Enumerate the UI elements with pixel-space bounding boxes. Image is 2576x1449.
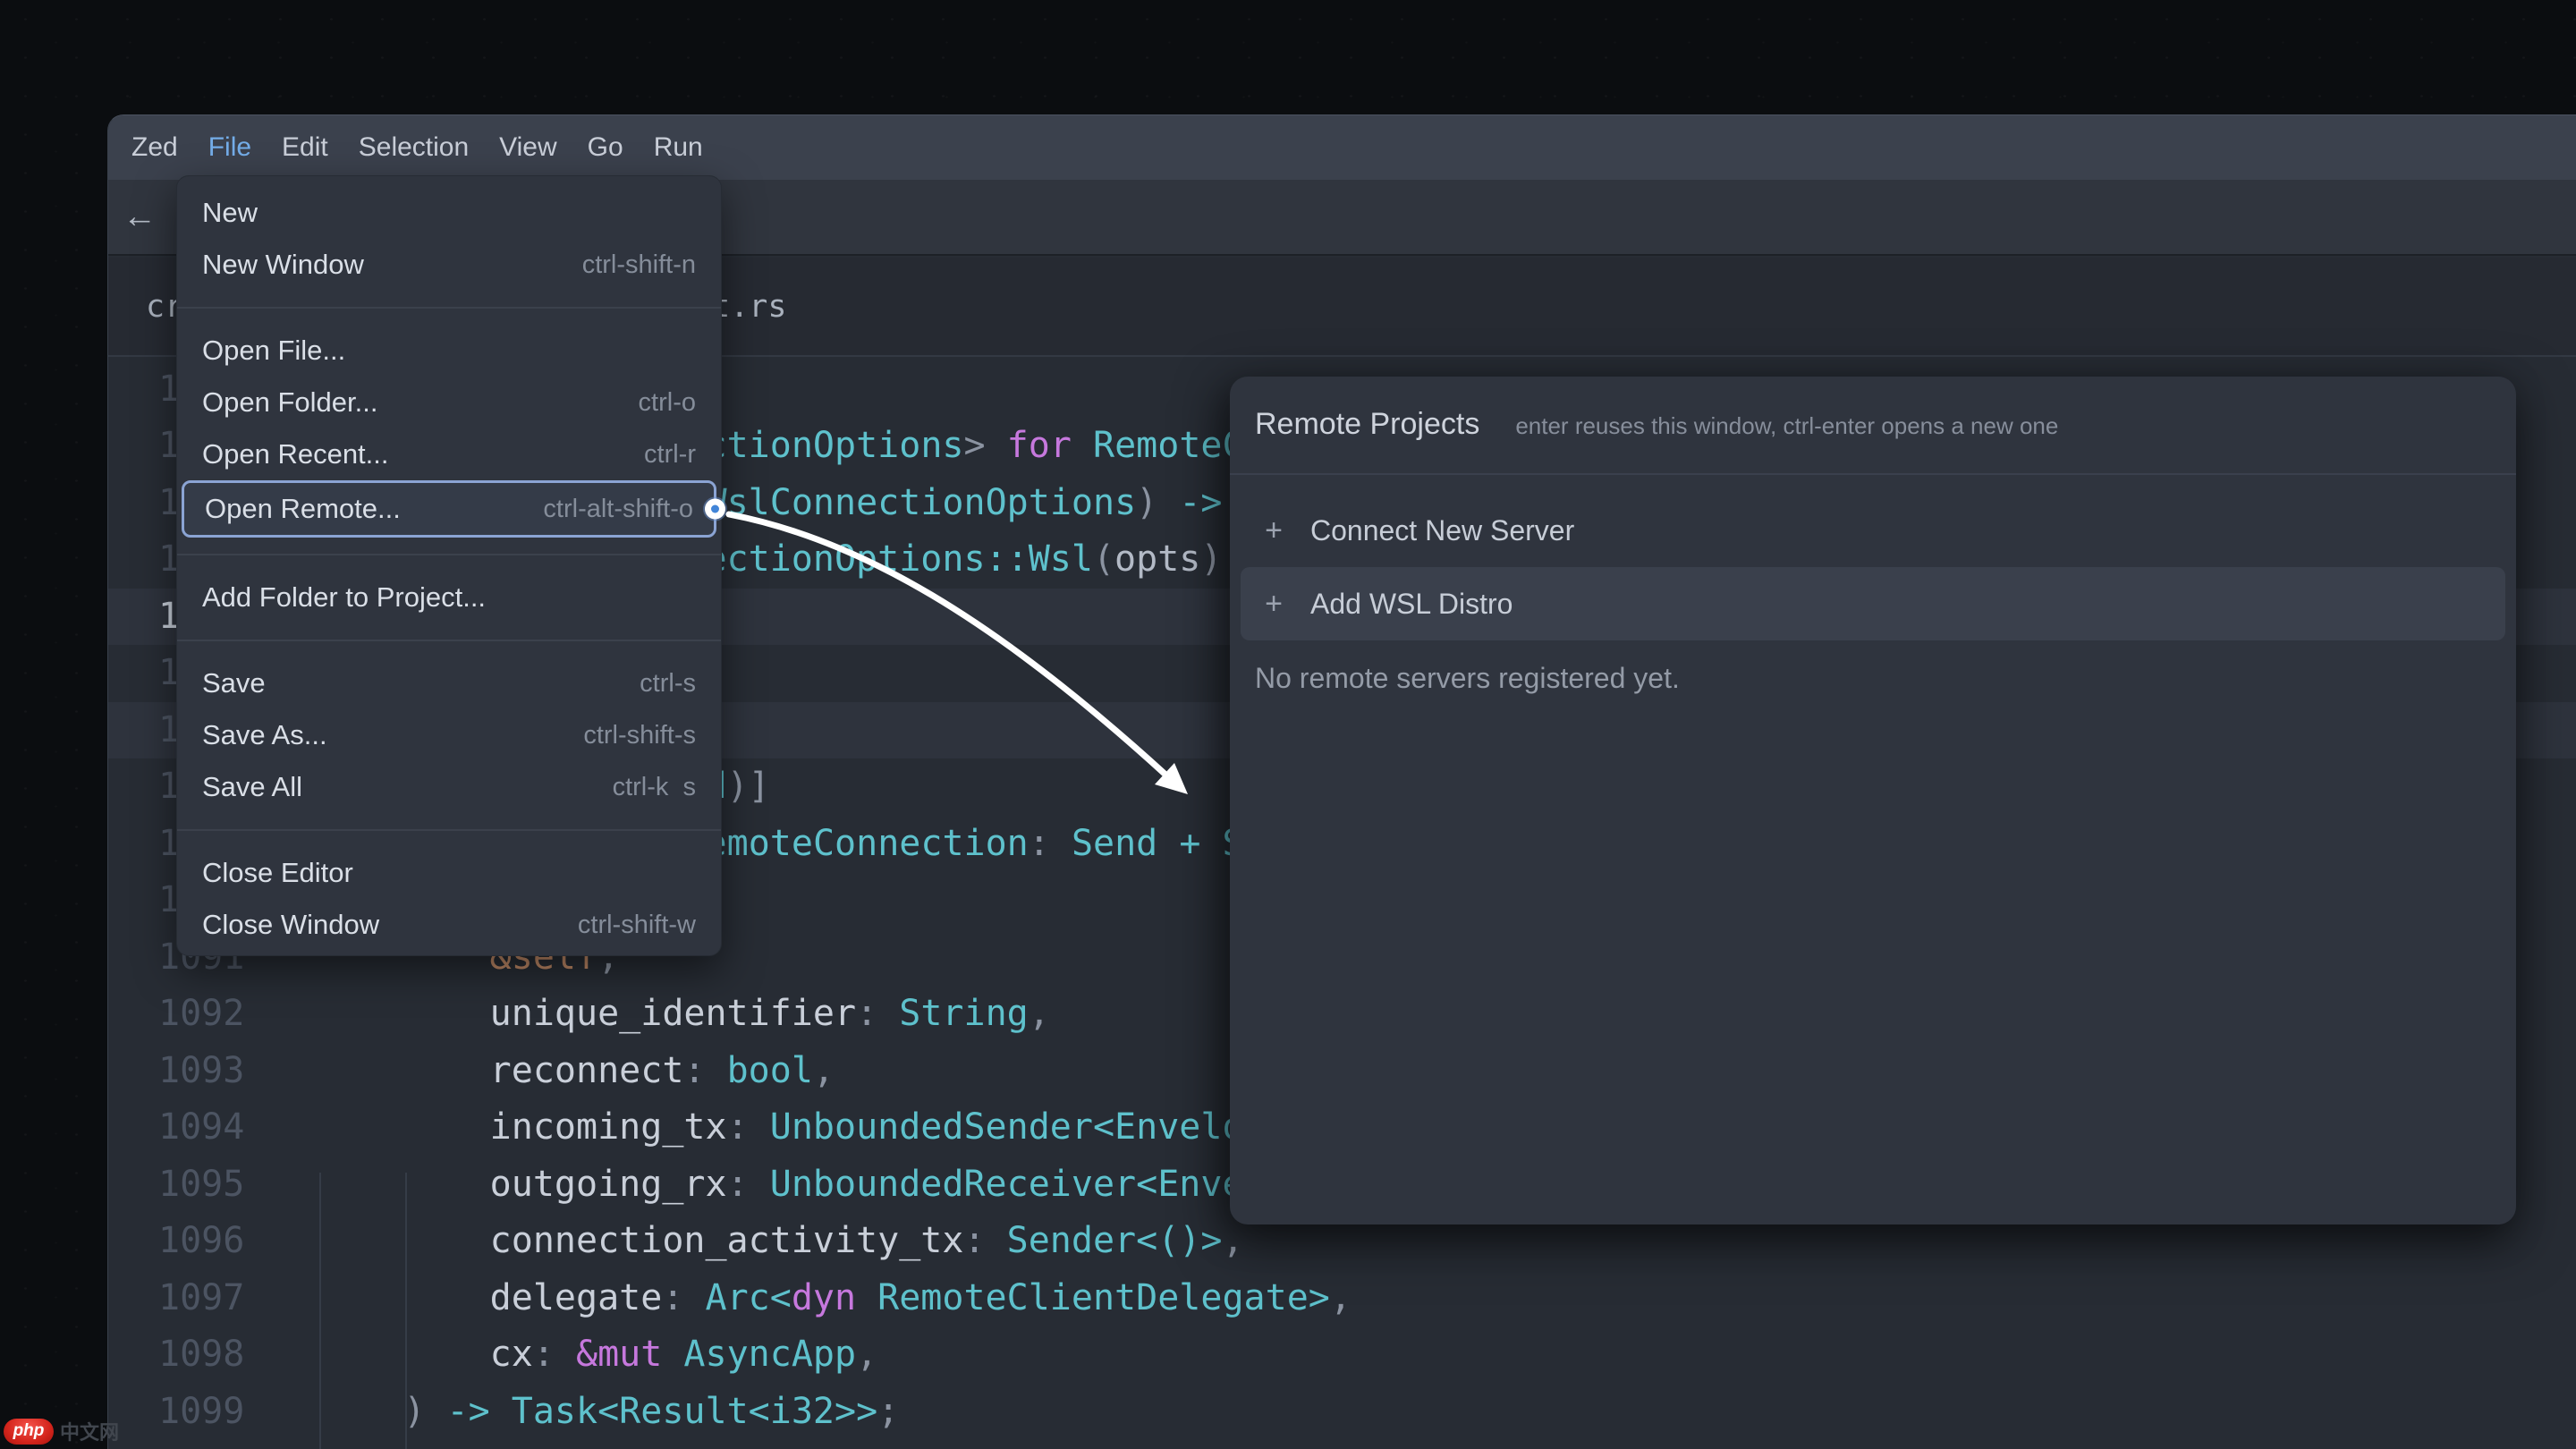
code-text: outgoing_rx: UnboundedReceiver<Envelope>… [318, 1157, 1373, 1214]
line-number: 1098 [158, 1326, 266, 1384]
dialog-action-label: Add WSL Distro [1310, 588, 1513, 621]
menubar-item-selection[interactable]: Selection [359, 132, 469, 163]
dialog-action-add-wsl-distro[interactable]: + Add WSL Distro [1241, 567, 2505, 640]
menu-item-close-editor[interactable]: Close Editor [177, 847, 721, 899]
php-logo-icon: php [4, 1419, 54, 1445]
plus-icon: + [1262, 587, 1285, 622]
line-number: 1092 [158, 986, 266, 1043]
menu-item-save-all[interactable]: Save All ctrl-k s [177, 761, 721, 813]
menubar-item-view[interactable]: View [499, 132, 556, 163]
code-text: incoming_tx: UnboundedSender<Envelope>, [318, 1099, 1330, 1157]
menu-item-open-recent[interactable]: Open Recent... ctrl-r [177, 428, 721, 480]
code-text: delegate: Arc<dyn RemoteClientDelegate>, [318, 1270, 1352, 1327]
line-number: 1095 [158, 1157, 266, 1214]
zed-window: ZedFileEditSelectionViewGoRun ← crates/r… [107, 114, 2576, 1449]
menu-separator [177, 554, 721, 555]
code-line-1099: 1099 ) -> Task<Result<i32>>; [108, 1384, 2576, 1441]
menu-item-shortcut: ctrl-shift-n [582, 250, 696, 280]
line-number: 1093 [158, 1043, 266, 1100]
menu-item-label: Open File... [202, 335, 345, 367]
menu-item-close-window[interactable]: Close Window ctrl-shift-w [177, 899, 721, 951]
menubar-item-zed[interactable]: Zed [131, 132, 178, 163]
dialog-header: Remote Projects enter reuses this window… [1230, 377, 2516, 475]
menubar-item-file[interactable]: File [208, 132, 251, 163]
connector-dot-icon [705, 499, 725, 520]
back-arrow-icon: ← [123, 198, 157, 236]
navigate-back-button[interactable]: ← [119, 191, 160, 244]
line-number: 1096 [158, 1213, 266, 1270]
menu-item-label: Open Remote... [205, 493, 401, 525]
menu-item-open-file[interactable]: Open File... [177, 325, 721, 377]
code-text: ) -> Task<Result<i32>>; [318, 1384, 899, 1441]
code-text: connection_activity_tx: Sender<()>, [318, 1213, 1244, 1270]
file-menu: New New Window ctrl-shift-n Open File... Ope… [176, 175, 722, 956]
menu-item-shortcut: ctrl-shift-s [583, 721, 696, 750]
menubar-item-edit[interactable]: Edit [282, 132, 328, 163]
menu-item-shortcut: ctrl-k s [613, 773, 696, 802]
menu-item-shortcut: ctrl-s [640, 669, 696, 699]
menubar-item-run[interactable]: Run [654, 132, 703, 163]
menu-item-label: Save [202, 667, 266, 699]
code-text: cx: &mut AsyncApp, [318, 1326, 877, 1384]
menu-item-label: Add Folder to Project... [202, 581, 486, 614]
dialog-title: Remote Projects [1255, 407, 1479, 442]
menu-item-label: Close Window [202, 909, 379, 941]
screenshot-root: { "titlebar": { "menus": ["Zed", "File",… [0, 0, 2576, 1449]
empty-state-text: No remote servers registered yet. [1255, 651, 2491, 705]
menu-item-new-window[interactable]: New Window ctrl-shift-n [177, 239, 721, 291]
menu-item-shortcut: ctrl-alt-shift-o [543, 495, 693, 524]
menu-separator [177, 829, 721, 831]
menu-item-save[interactable]: Save ctrl-s [177, 657, 721, 709]
menu-item-label: New Window [202, 249, 364, 281]
menu-item-new[interactable]: New [177, 187, 721, 239]
code-text: reconnect: bool, [318, 1043, 835, 1100]
menu-item-label: Save As... [202, 719, 327, 751]
code-line-1097: 1097 delegate: Arc<dyn RemoteClientDeleg… [108, 1270, 2576, 1327]
menu-item-label: New [202, 197, 258, 229]
menu-item-open-folder[interactable]: Open Folder... ctrl-o [177, 377, 721, 428]
plus-icon: + [1262, 513, 1285, 548]
dialog-action-label: Connect New Server [1310, 514, 1574, 547]
menu-item-shortcut: ctrl-shift-w [578, 911, 696, 940]
dialog-action-list: + Connect New Server + Add WSL Distro [1230, 494, 2516, 640]
code-text: unique_identifier: String, [318, 986, 1050, 1043]
menu-item-add-folder-to-project[interactable]: Add Folder to Project... [177, 572, 721, 623]
menu-item-shortcut: ctrl-r [644, 440, 696, 470]
menu-separator [177, 307, 721, 309]
menubar-item-go[interactable]: Go [588, 132, 623, 163]
dialog-hint: enter reuses this window, ctrl-enter ope… [1515, 412, 2058, 440]
line-number: 1099 [158, 1384, 266, 1441]
menu-item-save-as[interactable]: Save As... ctrl-shift-s [177, 709, 721, 761]
menu-separator [177, 640, 721, 641]
menu-item-label: Close Editor [202, 857, 353, 889]
code-line-1098: 1098 cx: &mut AsyncApp, [108, 1326, 2576, 1384]
dialog-action-connect-new-server[interactable]: + Connect New Server [1241, 494, 2505, 567]
line-number: 1097 [158, 1270, 266, 1327]
menu-item-label: Open Folder... [202, 386, 377, 419]
watermark: php 中文网 [4, 1417, 119, 1445]
menu-item-label: Save All [202, 771, 302, 803]
remote-projects-dialog: Remote Projects enter reuses this window… [1230, 377, 2516, 1224]
line-number: 1094 [158, 1099, 266, 1157]
menu-item-label: Open Recent... [202, 438, 389, 470]
menu-item-shortcut: ctrl-o [639, 388, 696, 418]
menu-item-open-remote[interactable]: Open Remote... ctrl-alt-shift-o [182, 480, 716, 538]
title-bar: Zed File Edit Selection View Go Run [108, 115, 2576, 180]
